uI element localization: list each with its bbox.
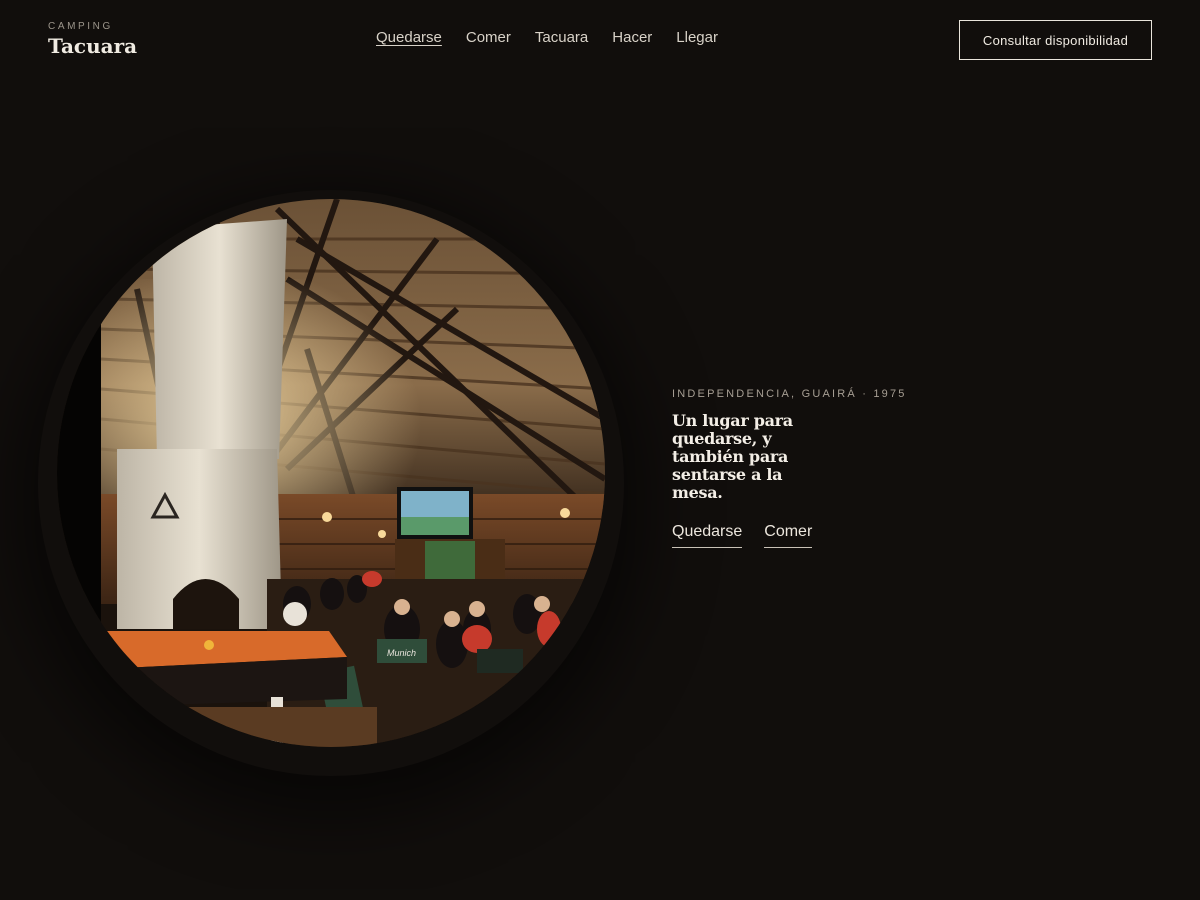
brand-name: Tacuara	[48, 34, 138, 58]
nav-item-llegar[interactable]: Llegar	[676, 29, 718, 47]
hero-headline: Un lugar para quedarse, y también para s…	[672, 411, 793, 502]
nav-item-tacuara[interactable]: Tacuara	[535, 29, 588, 47]
hero-links: Quedarse Comer	[672, 523, 972, 548]
chair-sign-text: Munich	[387, 648, 416, 658]
hero-link-comer[interactable]: Comer	[764, 523, 813, 548]
nav-item-quedarse[interactable]: Quedarse	[376, 29, 442, 47]
hero-photo: Munich	[57, 199, 605, 747]
nav-item-hacer[interactable]: Hacer	[612, 29, 652, 47]
check-availability-button[interactable]: Consultar disponibilidad	[959, 20, 1152, 60]
main-nav: Quedarse Comer Tacuara Hacer Llegar	[376, 29, 742, 47]
hero-link-quedarse[interactable]: Quedarse	[672, 523, 743, 548]
brand-logo[interactable]: CAMPING Tacuara	[48, 21, 137, 58]
location-eyebrow: INDEPENDENCIA, GUAIRÁ · 1975	[672, 388, 907, 400]
restaurant-interior-illustration: Munich	[57, 199, 605, 747]
nav-item-comer[interactable]: Comer	[466, 29, 511, 47]
page: CAMPING Tacuara Quedarse Comer Tacuara H…	[0, 0, 1200, 900]
brand-eyebrow: CAMPING	[48, 21, 113, 32]
hero-copy: INDEPENDENCIA, GUAIRÁ · 1975 Un lugar pa…	[672, 388, 972, 548]
